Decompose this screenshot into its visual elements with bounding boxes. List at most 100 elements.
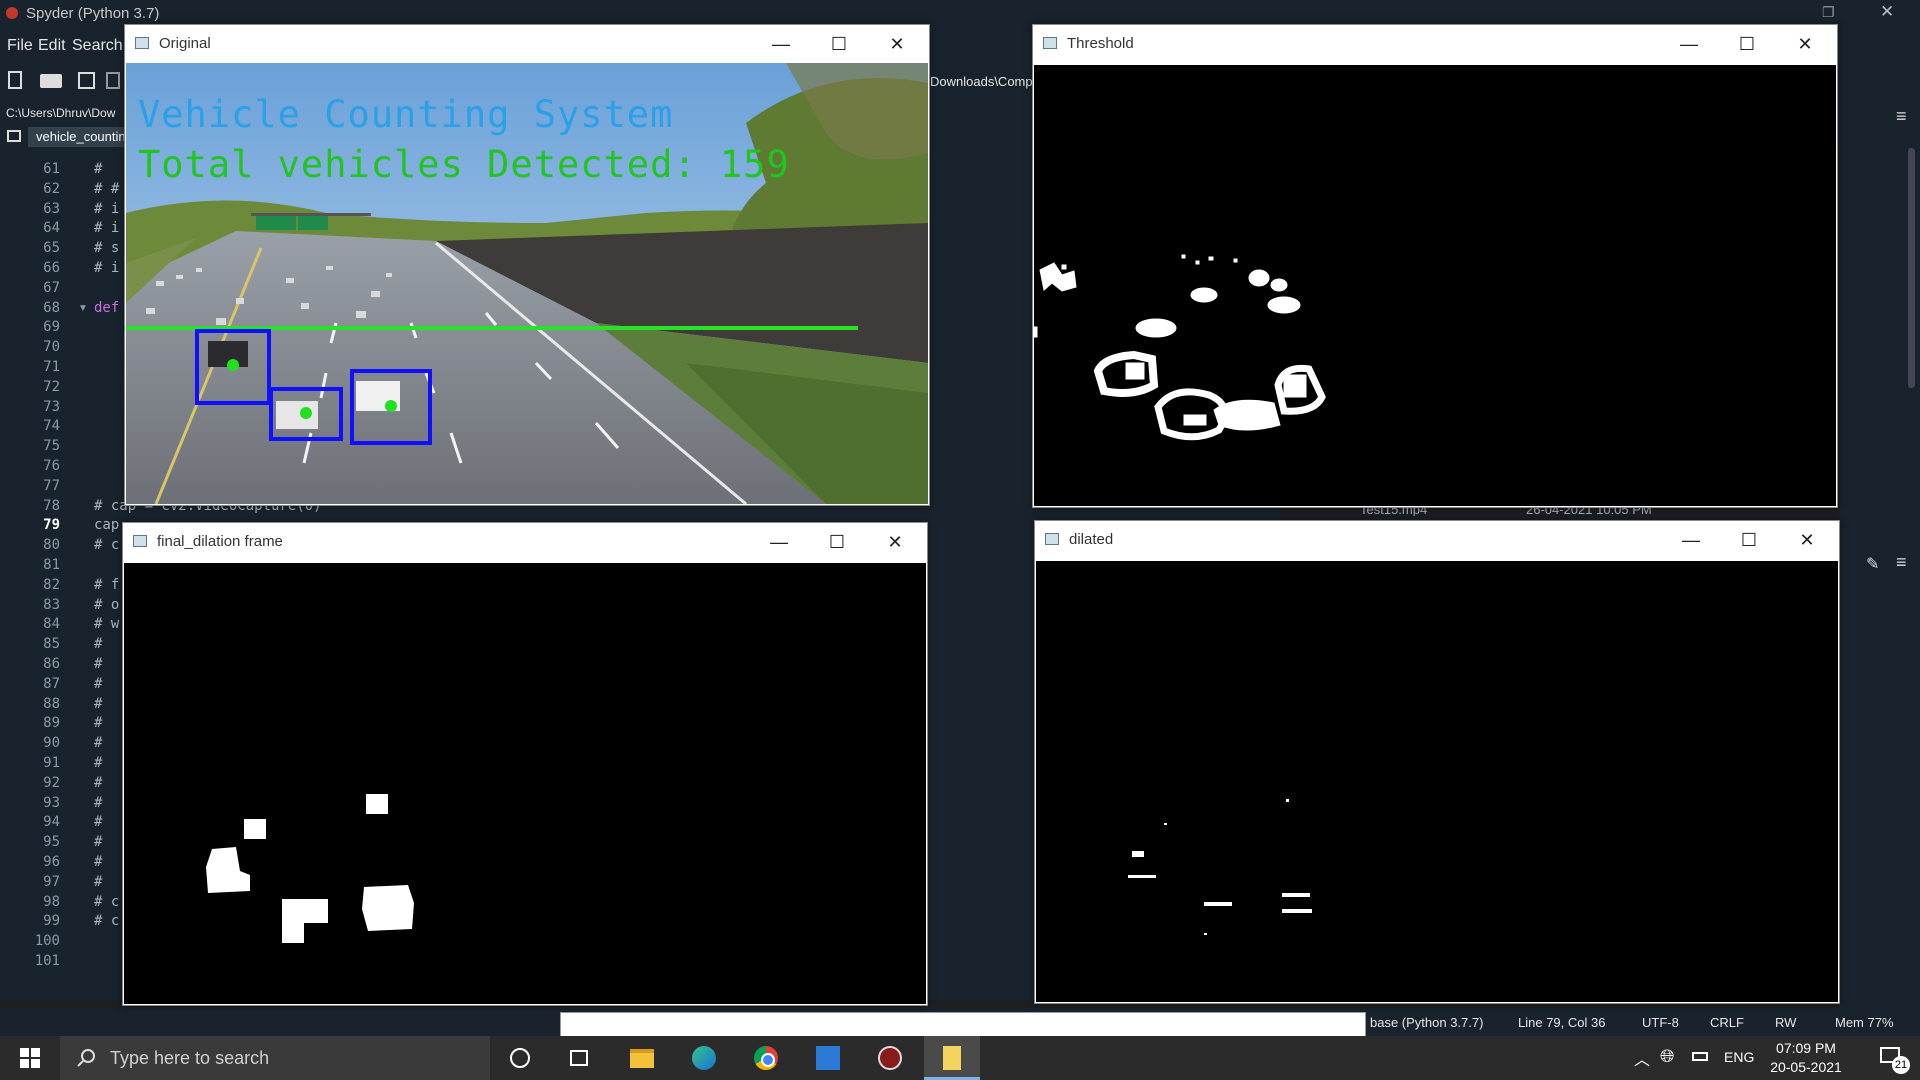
code-line[interactable]: #	[94, 874, 102, 890]
editor-tab[interactable]: vehicle_countin	[28, 127, 134, 147]
minimize-button[interactable]: —	[1669, 30, 1709, 58]
window-dilated-titlebar[interactable]: dilated — ☐ ✕	[1035, 521, 1839, 559]
line-number: 98	[43, 894, 60, 910]
working-dir-path[interactable]: C:\Users\Dhruv\Dow	[6, 106, 115, 120]
code-line[interactable]: #	[94, 775, 102, 791]
line-number: 67	[43, 280, 60, 296]
maximize-button[interactable]: ☐	[1729, 526, 1769, 554]
taskbar-search-box[interactable]: Type here to search	[60, 1036, 490, 1080]
window-original[interactable]: Original — ☐ ✕ Vehicle Counting System T…	[124, 24, 930, 506]
minimize-button[interactable]: —	[761, 30, 801, 58]
line-number: 76	[43, 458, 60, 474]
new-file-icon[interactable]	[8, 71, 22, 89]
threshold-mask	[1034, 254, 1326, 441]
code-line[interactable]: #	[94, 161, 102, 177]
window-dilated[interactable]: dilated — ☐ ✕	[1034, 520, 1840, 1004]
line-number: 64	[43, 220, 60, 236]
code-line[interactable]: # f	[94, 577, 119, 593]
window-threshold[interactable]: Threshold — ☐ ✕	[1032, 24, 1838, 508]
minimize-button[interactable]: —	[1671, 526, 1711, 554]
line-number: 79	[43, 517, 60, 533]
code-line[interactable]: # #	[94, 181, 119, 197]
app-window-icon	[1045, 533, 1059, 545]
code-line[interactable]: #	[94, 854, 102, 870]
windows-logo-icon	[20, 1048, 40, 1068]
code-line[interactable]: def	[94, 300, 119, 316]
task-view-button[interactable]	[552, 1036, 608, 1080]
line-number: 101	[34, 953, 60, 969]
code-line[interactable]: #	[94, 814, 102, 830]
code-line[interactable]: # c	[94, 894, 119, 910]
taskbar-file-explorer[interactable]	[614, 1036, 670, 1080]
code-line[interactable]: #	[94, 696, 102, 712]
code-line[interactable]: # i	[94, 220, 119, 236]
code-line[interactable]: #	[94, 676, 102, 692]
maximize-button[interactable]: ☐	[1727, 30, 1767, 58]
code-line[interactable]: # i	[94, 260, 119, 276]
open-folder-icon[interactable]	[40, 74, 62, 88]
menu-search[interactable]: Search	[72, 37, 123, 55]
code-line[interactable]: #	[94, 715, 102, 731]
window-threshold-titlebar[interactable]: Threshold — ☐ ✕	[1033, 25, 1837, 63]
fold-arrow-icon[interactable]: ▼	[78, 303, 88, 314]
line-number: 61	[43, 161, 60, 177]
code-line[interactable]: # i	[94, 201, 119, 217]
maximize-button[interactable]: ☐	[817, 528, 857, 556]
taskbar-clock[interactable]: 07:09 PM 20-05-2021	[1756, 1039, 1856, 1077]
menu-edit[interactable]: Edit	[38, 37, 66, 55]
save-icon[interactable]	[78, 72, 95, 89]
status-encoding: UTF-8	[1642, 1015, 1679, 1030]
start-button[interactable]	[0, 1036, 60, 1080]
taskbar-chrome[interactable]	[738, 1036, 794, 1080]
hidden-window-titlebar[interactable]	[560, 1012, 1366, 1038]
window-final-dilation[interactable]: final_dilation frame — ☐ ✕	[122, 522, 928, 1006]
spyder-title: Spyder (Python 3.7)	[26, 5, 160, 22]
panel-menu-icon[interactable]: ≡	[1896, 106, 1907, 127]
battery-icon[interactable]	[1692, 1052, 1708, 1061]
maximize-button[interactable]: ☐	[819, 30, 859, 58]
taskbar-edge[interactable]	[676, 1036, 732, 1080]
line-number: 69	[43, 319, 60, 335]
console-menu-icon[interactable]: ≡	[1896, 552, 1907, 573]
code-line[interactable]: # c	[94, 913, 119, 929]
tray-chevron-icon[interactable]: ︿	[1634, 1046, 1650, 1070]
line-number: 80	[43, 537, 60, 553]
line-number: 82	[43, 577, 60, 593]
code-line[interactable]: #	[94, 656, 102, 672]
code-line[interactable]: #	[94, 834, 102, 850]
network-icon[interactable]: 🌐︎	[1660, 1046, 1674, 1067]
minimize-button[interactable]: —	[759, 528, 799, 556]
code-line[interactable]: # s	[94, 240, 119, 256]
code-line[interactable]: # w	[94, 616, 119, 632]
cortana-button[interactable]	[492, 1036, 548, 1080]
search-icon	[77, 1049, 95, 1067]
line-number: 94	[43, 814, 60, 830]
close-button[interactable]: ✕	[1787, 526, 1827, 554]
scrollbar-right[interactable]	[1908, 148, 1915, 388]
taskbar-active-window[interactable]	[924, 1036, 980, 1080]
code-line[interactable]: # c	[94, 537, 119, 553]
taskbar-spyder[interactable]	[862, 1036, 918, 1080]
clear-console-icon[interactable]: ✎	[1866, 554, 1879, 574]
window-original-titlebar[interactable]: Original — ☐ ✕	[125, 25, 929, 63]
line-number: 73	[43, 399, 60, 415]
language-indicator[interactable]: ENG	[1724, 1049, 1754, 1065]
window-final-dilation-titlebar[interactable]: final_dilation frame — ☐ ✕	[123, 523, 927, 561]
code-line[interactable]: cap	[94, 517, 119, 533]
notification-center-button[interactable]: 21	[1864, 1036, 1920, 1080]
close-button[interactable]: ✕	[875, 528, 915, 556]
menu-file[interactable]: File	[7, 37, 33, 55]
save-all-icon[interactable]	[106, 72, 120, 89]
code-line[interactable]: #	[94, 735, 102, 751]
close-button[interactable]: ✕	[1785, 30, 1825, 58]
close-button[interactable]: ✕	[877, 30, 917, 58]
spyder-restore-icon[interactable]: ❐	[1822, 4, 1835, 21]
path-right-label: Downloads\Comp	[930, 74, 1033, 89]
code-line[interactable]: #	[94, 795, 102, 811]
spyder-close-icon[interactable]: ✕	[1880, 2, 1894, 22]
taskbar-photos[interactable]	[800, 1036, 856, 1080]
code-line[interactable]: #	[94, 636, 102, 652]
code-line[interactable]: # o	[94, 597, 119, 613]
browse-tabs-icon[interactable]	[7, 130, 21, 142]
code-line[interactable]: #	[94, 755, 102, 771]
